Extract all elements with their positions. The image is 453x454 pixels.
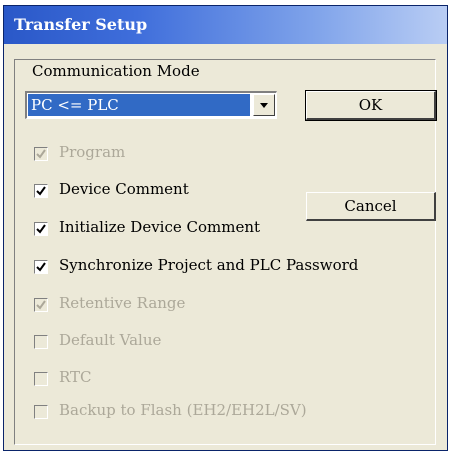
communication-mode-label: Communication Mode	[32, 62, 200, 80]
retentive-range-label: Retentive Range	[59, 294, 186, 312]
checkmark-icon	[36, 186, 46, 196]
rtc-label: RTC	[59, 368, 92, 386]
initialize-device-comment-checkbox[interactable]	[34, 222, 48, 236]
checkmark-icon	[36, 149, 46, 159]
checkmark-icon	[36, 262, 46, 272]
backup-to-flash-label: Backup to Flash (EH2/EH2L/SV)	[59, 401, 307, 419]
rtc-checkbox[interactable]	[34, 372, 48, 386]
checkmark-icon	[36, 224, 46, 234]
checkmark-icon	[36, 300, 46, 310]
default-value-checkbox[interactable]	[34, 335, 48, 349]
synchronize-password-checkbox[interactable]	[34, 260, 48, 274]
device-comment-checkbox[interactable]	[34, 184, 48, 198]
ok-button[interactable]: OK	[305, 90, 437, 121]
program-checkbox[interactable]	[34, 147, 48, 161]
communication-mode-value[interactable]: PC <= PLC	[28, 94, 250, 116]
communication-mode-select[interactable]: PC <= PLC	[25, 91, 277, 119]
device-comment-label: Device Comment	[59, 180, 189, 198]
program-label: Program	[59, 143, 126, 161]
retentive-range-checkbox[interactable]	[34, 298, 48, 312]
initialize-device-comment-label: Initialize Device Comment	[59, 218, 261, 236]
window-title: Transfer Setup	[14, 15, 148, 34]
synchronize-password-label: Synchronize Project and PLC Password	[59, 256, 359, 274]
default-value-label: Default Value	[59, 331, 162, 349]
title-bar[interactable]: Transfer Setup	[4, 6, 447, 44]
chevron-down-icon	[260, 103, 268, 108]
dropdown-button[interactable]	[253, 94, 275, 116]
backup-to-flash-checkbox[interactable]	[34, 405, 48, 419]
cancel-button[interactable]: Cancel	[306, 192, 436, 221]
